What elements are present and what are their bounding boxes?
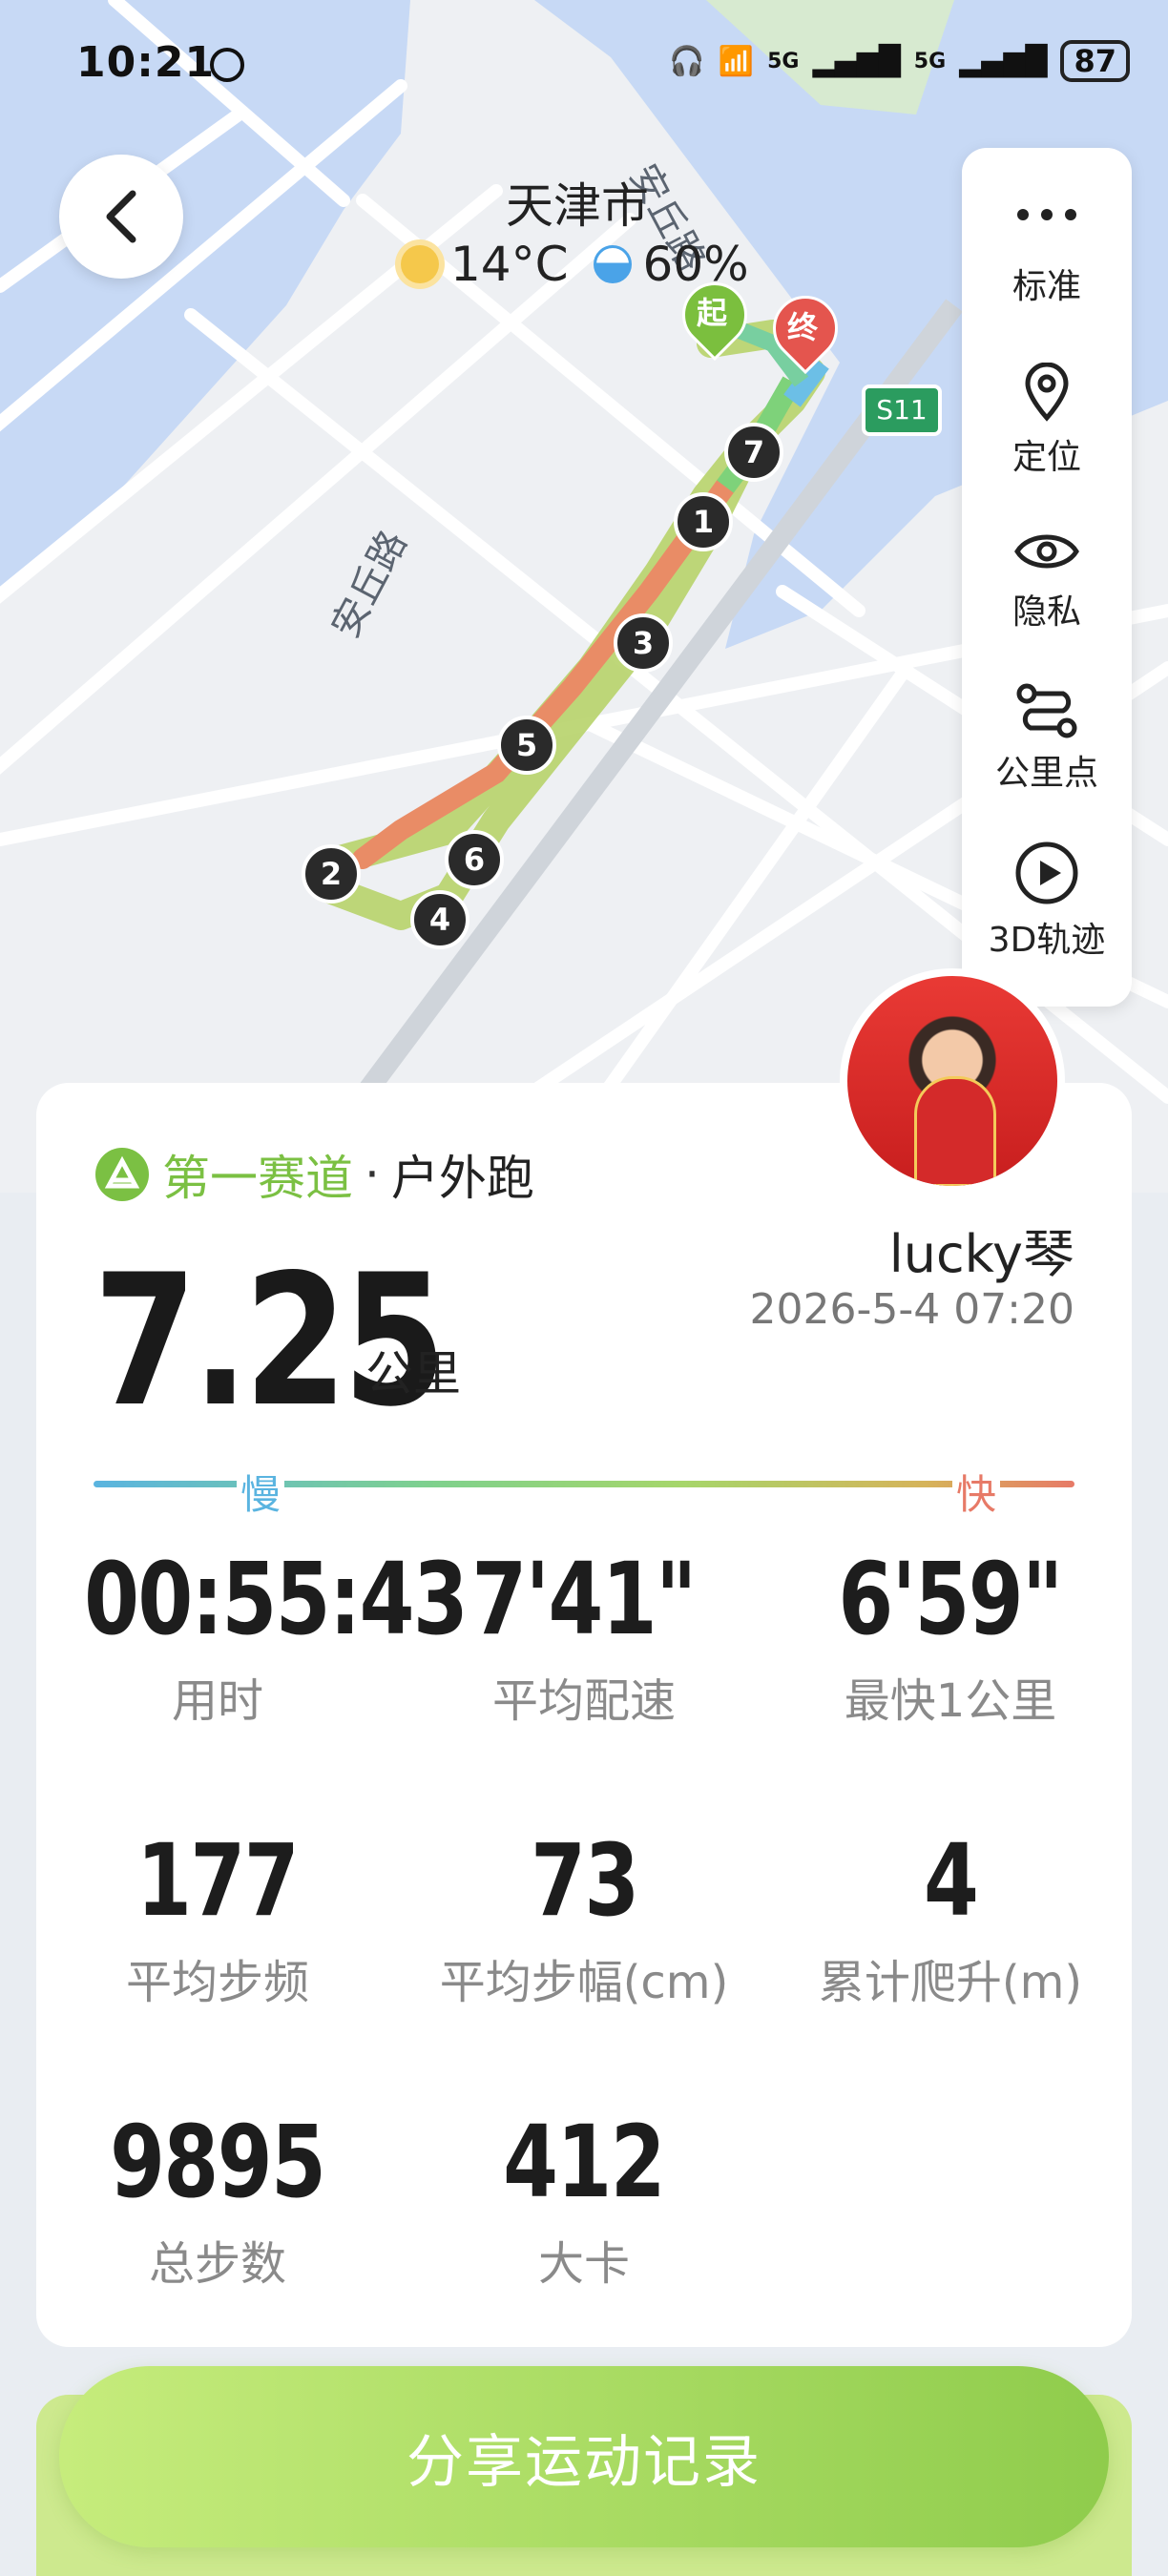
stat-calories: 412 大卡 — [403, 2104, 765, 2293]
stat-value: 9895 — [110, 2104, 326, 2220]
map-side-panel: 标准 定位 隐私 公里点 3D轨迹 — [962, 148, 1132, 1007]
stat-stride: 73 平均步幅(cm) — [403, 1822, 765, 2011]
eye-icon — [1014, 534, 1079, 569]
pace-color-scale: 慢 快 — [94, 1463, 1074, 1521]
play-icon — [1015, 841, 1078, 904]
end-label: 终 — [786, 309, 818, 345]
side-item-label: 3D轨迹 — [988, 921, 1106, 960]
distance-unit: 公里 — [365, 1346, 461, 1402]
km-marker-1: 1 — [674, 492, 733, 551]
status-time: 10:21 — [76, 38, 216, 87]
side-item-standard[interactable]: 标准 — [962, 177, 1132, 308]
more-icon — [1001, 177, 1093, 253]
pace-fast-label: 快 — [952, 1463, 1001, 1521]
start-label: 起 — [696, 295, 727, 331]
signal-icon-1: ▂▄▆█ — [812, 44, 901, 78]
stat-value: 73 — [530, 1822, 639, 1939]
side-item-locate[interactable]: 定位 — [962, 363, 1132, 479]
wifi-icon: 📶 — [718, 44, 755, 78]
km-marker-2: 2 — [302, 844, 361, 904]
highway-label: S11 — [876, 394, 928, 426]
route-points-icon — [1016, 683, 1077, 738]
network-5g-1: 5G — [767, 49, 800, 73]
stat-avg-pace: 7'41" 平均配速 — [403, 1541, 765, 1730]
stat-value: 6'59" — [838, 1541, 1064, 1657]
avatar-image — [847, 976, 1057, 1186]
stat-label: 大卡 — [537, 2237, 630, 2291]
stat-cadence: 177 平均步频 — [36, 1822, 399, 2011]
stat-value: 177 — [136, 1822, 300, 1939]
side-item-label: 标准 — [1012, 267, 1081, 306]
stat-label: 平均步幅(cm) — [439, 1956, 729, 2009]
side-item-3d-track[interactable]: 3D轨迹 — [962, 840, 1132, 962]
stat-value: 4 — [923, 1822, 979, 1939]
alarm-icon — [210, 48, 244, 82]
location-pin-icon — [1025, 363, 1069, 422]
side-item-privacy[interactable]: 隐私 — [962, 525, 1132, 634]
stat-label: 平均配速 — [491, 1674, 676, 1728]
stat-fastest-km: 6'59" 最快1公里 — [769, 1541, 1132, 1730]
activity-type: 户外跑 — [390, 1151, 534, 1206]
stat-label: 平均步频 — [125, 1956, 309, 2009]
chevron-left-icon — [106, 190, 136, 243]
km-marker-5: 5 — [497, 716, 556, 775]
stat-duration: 00:55:43 用时 — [36, 1541, 469, 1730]
brand-logo-icon — [95, 1148, 149, 1201]
km-marker-7: 7 — [724, 423, 783, 482]
brand-name: 第一赛道 — [162, 1151, 353, 1206]
stat-label: 用时 — [171, 1674, 263, 1728]
temperature: 14°C — [450, 237, 569, 292]
workout-summary-card: 第一赛道 · 户外跑 lucky琴 2026-5-4 07:20 7.25 公里… — [36, 968, 1132, 2347]
stat-value: 7'41" — [471, 1541, 698, 1657]
avatar[interactable] — [840, 968, 1065, 1194]
sun-icon — [401, 245, 439, 283]
user-name: lucky琴 — [888, 1224, 1074, 1284]
workout-datetime: 2026-5-4 07:20 — [749, 1285, 1074, 1334]
city-name: 天津市 — [506, 178, 649, 234]
stat-label: 总步数 — [148, 2237, 286, 2291]
km-marker-4: 4 — [410, 890, 469, 949]
side-item-km-points[interactable]: 公里点 — [962, 682, 1132, 795]
headphones-icon: 🎧 — [669, 44, 705, 78]
stat-elevation: 4 累计爬升(m) — [769, 1822, 1132, 2011]
share-workout-button[interactable]: 分享运动记录 — [59, 2366, 1109, 2547]
status-icons: 🎧 📶 5G ▂▄▆█ 5G ▂▄▆█ 87 — [669, 40, 1130, 82]
network-5g-2: 5G — [913, 49, 947, 73]
km-marker-3: 3 — [614, 613, 673, 673]
humidity: 60% — [642, 237, 749, 292]
side-item-label: 公里点 — [994, 754, 1098, 793]
stat-value: 412 — [503, 2104, 666, 2220]
brand-header: 第一赛道 · 户外跑 — [94, 1140, 534, 1209]
side-item-label: 隐私 — [1012, 592, 1081, 632]
stat-label: 最快1公里 — [844, 1674, 1057, 1728]
stat-total-steps: 9895 总步数 — [36, 2104, 399, 2293]
brand-separator: · — [365, 1147, 380, 1202]
battery-indicator: 87 — [1060, 40, 1130, 82]
km-marker-6: 6 — [445, 830, 504, 889]
stat-label: 累计爬升(m) — [818, 1956, 1083, 2009]
back-button[interactable] — [59, 155, 183, 279]
humidity-icon — [593, 245, 632, 283]
side-item-label: 定位 — [1012, 438, 1081, 477]
weather-info: 14°C 60% — [401, 237, 749, 292]
pace-slow-label: 慢 — [237, 1463, 285, 1521]
signal-icon-2: ▂▄▆█ — [959, 44, 1048, 78]
